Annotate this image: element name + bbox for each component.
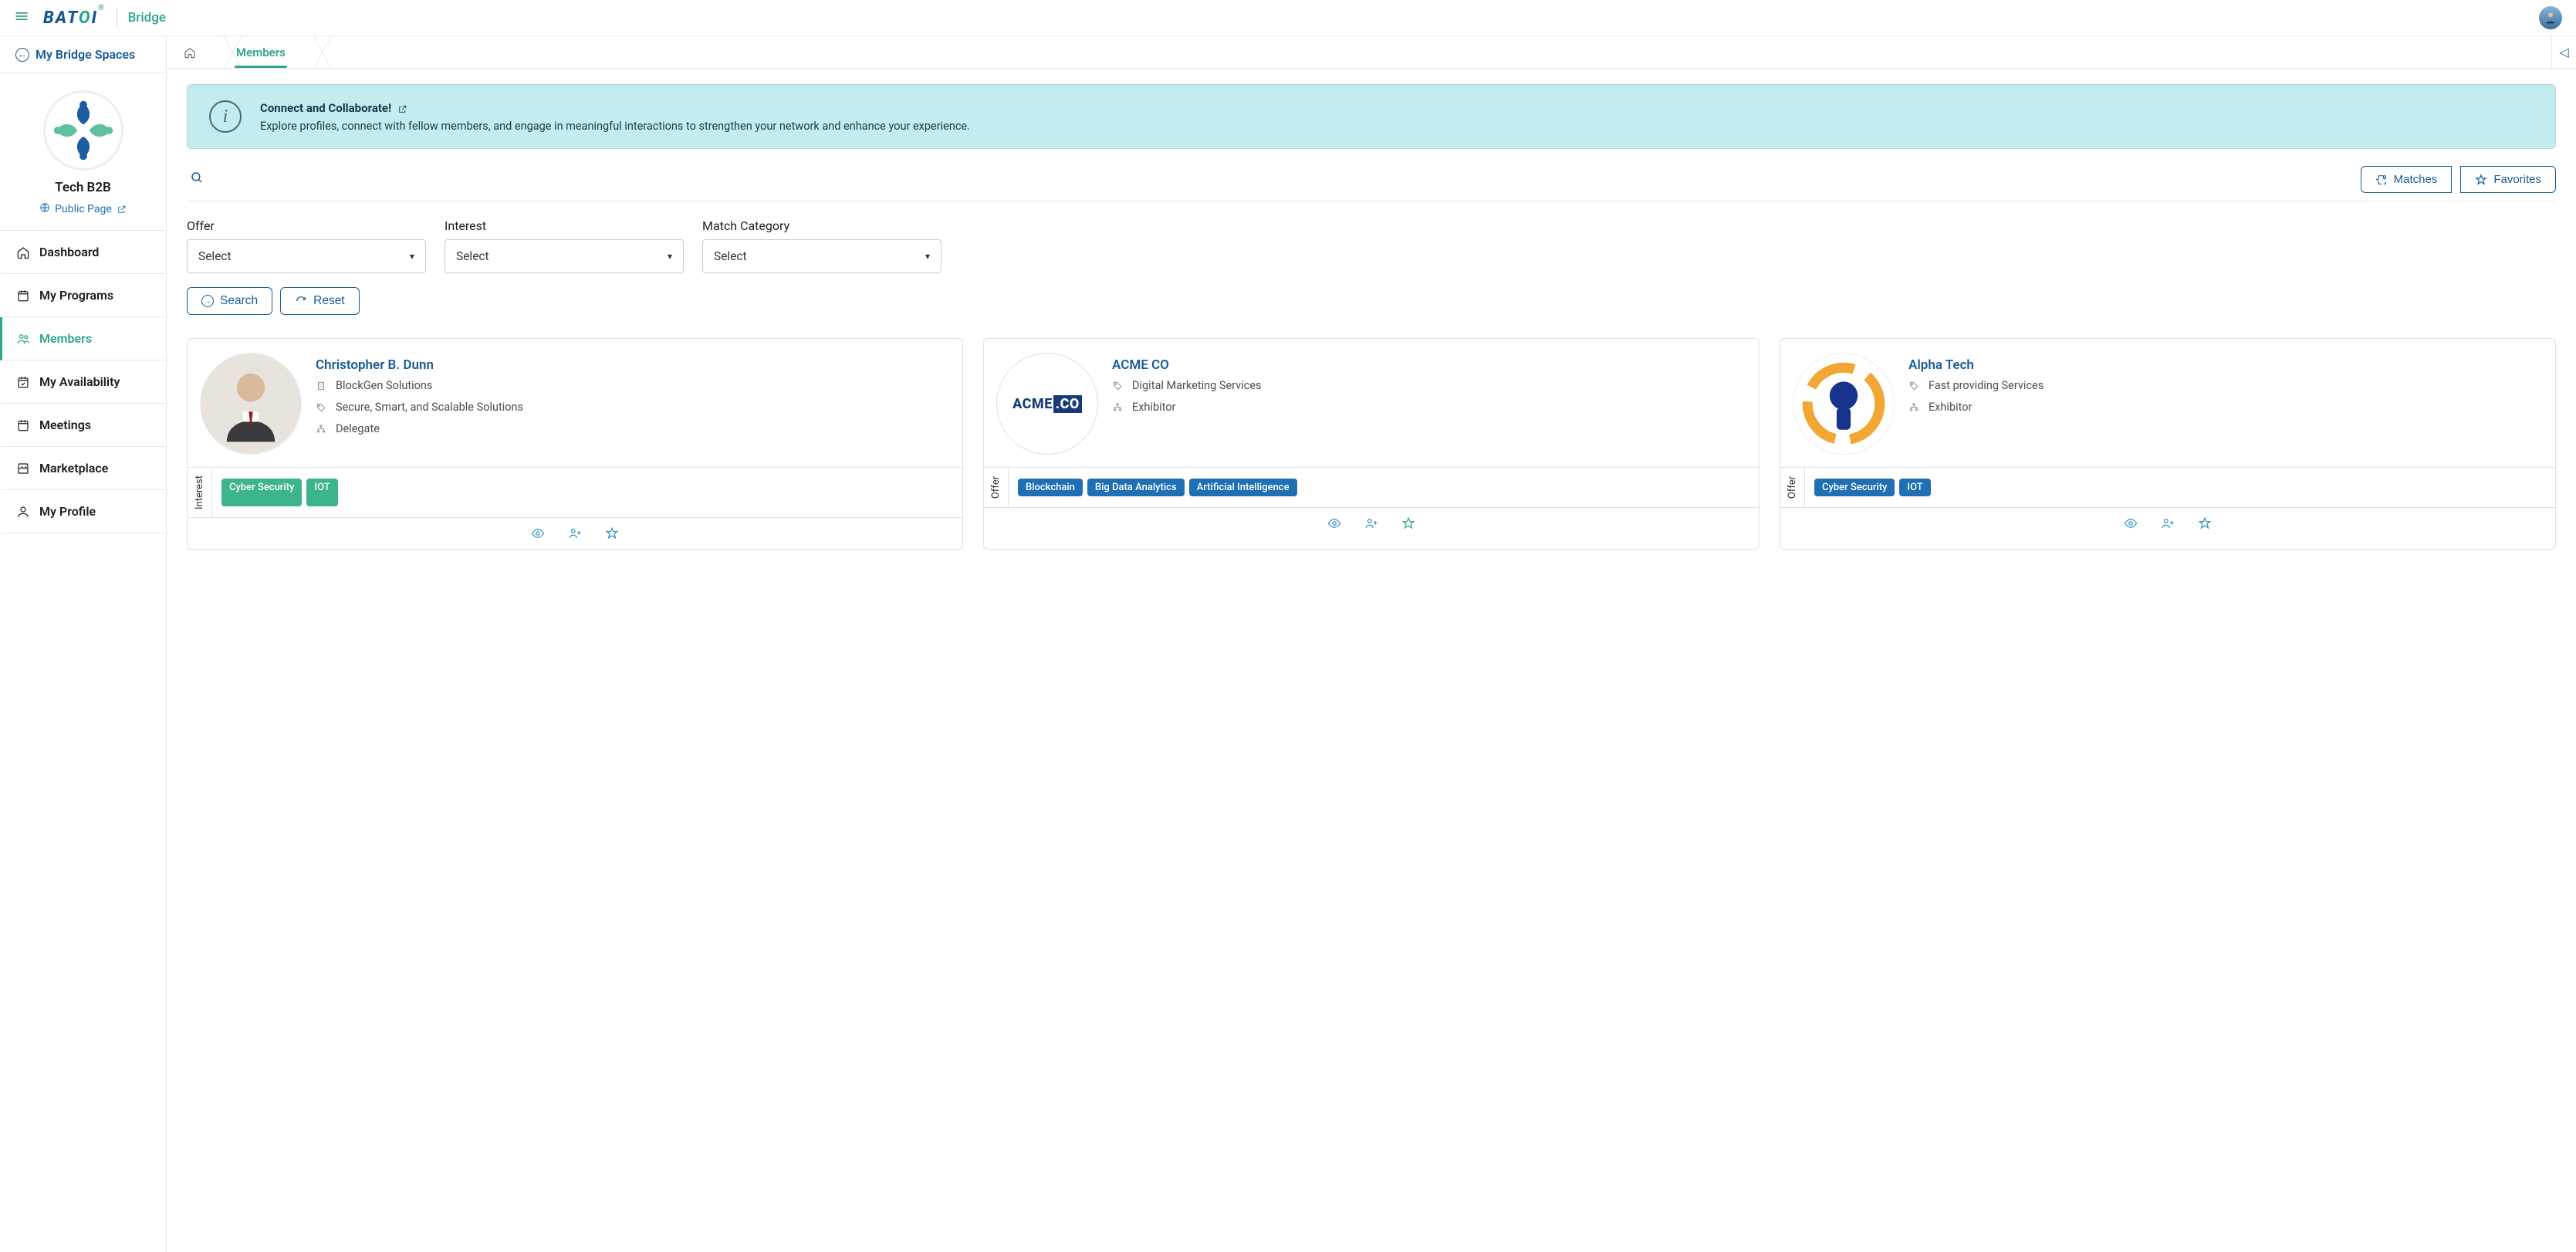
connect-icon[interactable] [2160,516,2175,531]
view-icon[interactable] [2123,516,2138,531]
external-link-icon [117,205,127,215]
member-avatar [1793,353,1895,455]
user-avatar[interactable] [2539,6,2562,29]
sitemap-icon [1112,402,1124,416]
info-icon: i [209,100,242,133]
sidebar-item-profile[interactable]: My Profile [0,490,166,533]
arrow-left-icon: ← [15,48,29,62]
hamburger-icon[interactable] [14,8,29,28]
arrow-right-icon: → [201,295,214,307]
org-name: Tech B2B [8,180,158,195]
tag: IOT [1899,479,1930,496]
tag: Big Data Analytics [1087,479,1185,496]
favorites-button[interactable]: Favorites [2460,166,2556,193]
tag-type-label: Offer [984,468,1009,507]
member-name[interactable]: Christopher B. Dunn [316,357,950,373]
home-icon [16,245,30,259]
member-card: Christopher B. Dunn BlockGen Solutions S… [187,338,963,550]
org-logo [43,90,123,171]
view-icon[interactable] [1327,516,1342,531]
building-icon [316,381,328,394]
tag-icon [1112,381,1124,394]
breadcrumb-home[interactable] [171,36,213,68]
store-icon [16,462,30,475]
calendar-icon [16,289,30,303]
calendar-check-icon [16,375,30,389]
interest-select[interactable]: Select ▾ [445,239,684,273]
star-icon [2475,174,2487,186]
puzzle-icon [2375,174,2388,186]
external-link-icon[interactable] [397,103,407,113]
view-icon[interactable] [530,526,546,541]
chevron-down-icon: ▾ [925,251,930,262]
sidebar-item-meetings[interactable]: Meetings [0,404,166,447]
sidebar-item-members[interactable]: Members [0,317,166,360]
match-category-select[interactable]: Select ▾ [702,239,941,273]
search-icon[interactable] [187,167,207,191]
user-icon [16,505,30,519]
tag: Cyber Security [1814,479,1895,496]
tag-icon [316,402,328,416]
refresh-icon [295,295,307,307]
offer-label: Offer [187,218,426,233]
connect-icon[interactable] [567,526,583,541]
matches-button[interactable]: Matches [2361,166,2453,193]
home-icon [184,46,196,59]
public-page-link[interactable]: Public Page [39,202,127,216]
back-label: My Bridge Spaces [35,47,135,62]
sidebar-item-programs[interactable]: My Programs [0,274,166,317]
member-card: Alpha Tech Fast providing Services Exhib… [1780,338,2556,550]
sitemap-icon [316,424,328,438]
search-button[interactable]: → Search [187,287,272,315]
member-avatar [200,353,302,455]
banner-title: Connect and Collaborate! [260,101,391,115]
tag-type-label: Offer [1780,468,1805,507]
member-name[interactable]: Alpha Tech [1908,357,2543,373]
info-banner: i Connect and Collaborate! Explore profi… [187,84,2556,149]
tag-icon [1908,381,1921,394]
member-avatar: ACME.CO [996,353,1098,455]
app-name[interactable]: Bridge [128,10,166,25]
tag: Artificial Intelligence [1189,479,1297,496]
calendar-icon [16,418,30,432]
globe-icon [39,202,50,216]
match-category-label: Match Category [702,218,941,233]
back-link[interactable]: ← My Bridge Spaces [0,36,166,73]
users-icon [16,332,30,346]
member-name[interactable]: ACME CO [1112,357,1746,373]
tag-type-label: Interest [188,468,212,517]
banner-desc: Explore profiles, connect with fellow me… [260,120,970,133]
member-card: ACME.CO ACME CO Digital Marketing Servic… [983,338,1760,550]
breadcrumb-current[interactable]: Members [224,36,303,68]
sidebar-item-availability[interactable]: My Availability [0,360,166,404]
logo[interactable]: BATOI® [43,8,106,28]
chevron-down-icon: ▾ [410,251,414,262]
sitemap-icon [1908,402,1921,416]
tag: IOT [306,479,337,506]
offer-select[interactable]: Select ▾ [187,239,426,273]
reset-button[interactable]: Reset [280,287,360,315]
sidebar-item-dashboard[interactable]: Dashboard [0,231,166,274]
collapse-panel-icon[interactable]: ◁ [2551,36,2576,69]
favorite-icon[interactable] [604,526,620,541]
tag: Cyber Security [221,479,302,506]
sidebar-item-marketplace[interactable]: Marketplace [0,447,166,490]
connect-icon[interactable] [1364,516,1379,531]
tag: Blockchain [1018,479,1083,496]
interest-label: Interest [445,218,684,233]
favorite-icon[interactable] [2197,516,2213,531]
chevron-down-icon: ▾ [668,251,672,262]
favorite-icon[interactable] [1401,516,1416,531]
breadcrumb: Members ◁ [167,36,2576,69]
